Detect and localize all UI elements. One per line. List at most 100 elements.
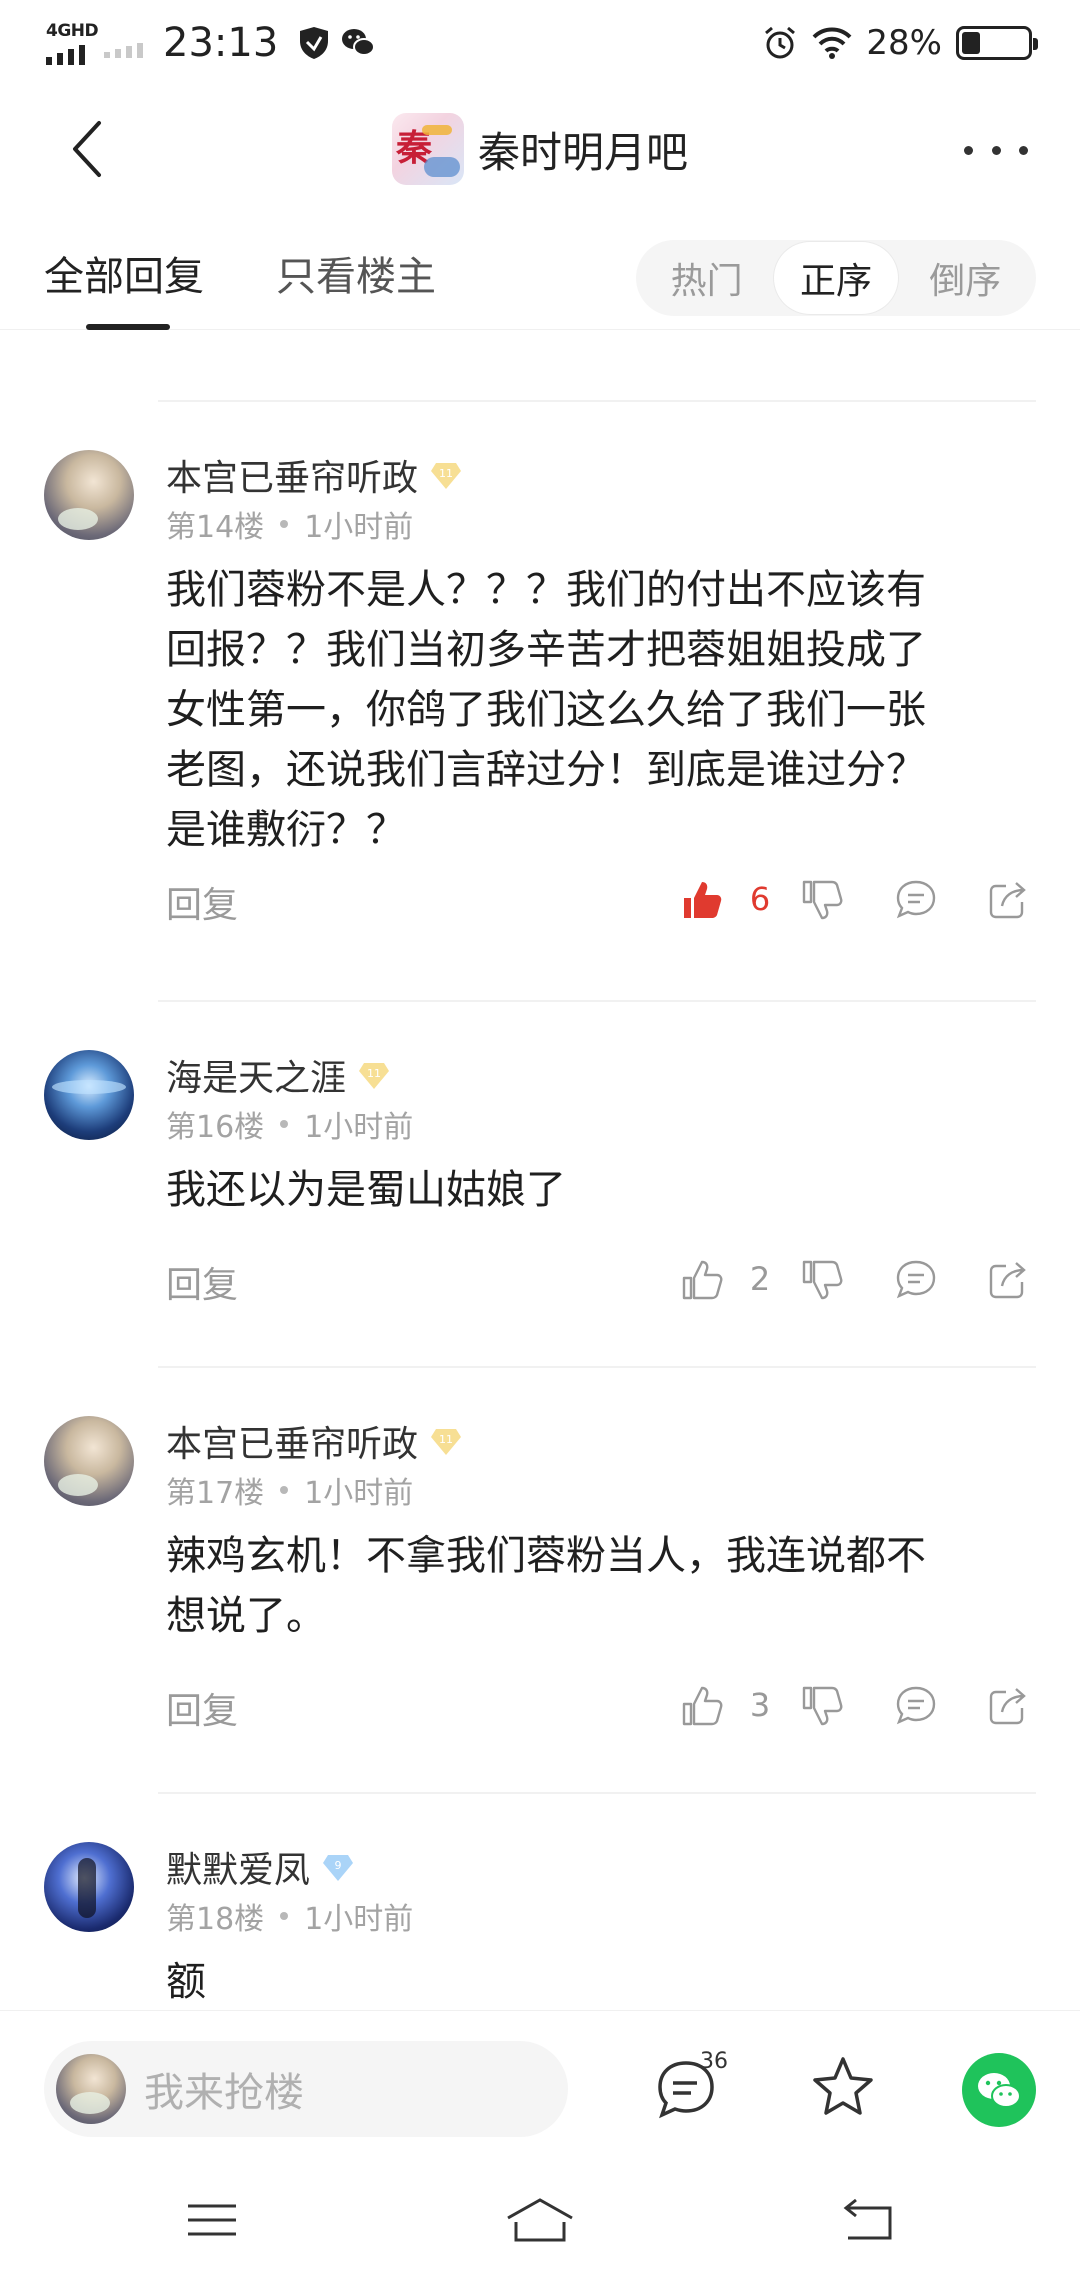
battery-percent: 28% <box>866 23 942 63</box>
status-bar: 4GHD 23:13 28% <box>0 0 1080 84</box>
comment-button[interactable] <box>888 1252 944 1308</box>
floor-number: 第14楼 <box>166 510 265 545</box>
my-avatar <box>56 2054 126 2124</box>
floor-number: 第17楼 <box>166 1476 265 1511</box>
post-meta: 第18楼 1小时前 <box>166 1894 413 1938</box>
sort-hot[interactable]: 热门 <box>645 242 769 314</box>
comment-icon <box>896 1686 936 1725</box>
reply-button[interactable]: 回复 <box>166 876 238 928</box>
system-nav-bar <box>0 2160 1080 2280</box>
level-badge-icon: 9 <box>322 1851 354 1883</box>
status-left: 4GHD 23:13 <box>46 18 384 68</box>
forum-logo: 秦 <box>391 113 464 185</box>
reply-actions: 回复 3 <box>0 1672 1080 1742</box>
avatar[interactable] <box>44 450 134 540</box>
sort-toggle: 热门 正序 倒序 <box>636 240 1036 316</box>
like-button[interactable] <box>674 1678 730 1734</box>
like-button[interactable] <box>674 1252 730 1308</box>
forum-name: 秦时明月吧 <box>477 127 688 177</box>
reply-actions: 回复 2 <box>0 1246 1080 1316</box>
username[interactable]: 本宫已垂帘听政 <box>166 1415 418 1467</box>
reply-button[interactable]: 回复 <box>166 1682 238 1734</box>
comment-icon <box>896 1260 936 1299</box>
reply-input-placeholder: 我来抢楼 <box>144 2070 304 2116</box>
comment-button[interactable] <box>888 1678 944 1734</box>
sort-descending[interactable]: 倒序 <box>903 242 1027 314</box>
reply-content: 我还以为是蜀山姑娘了 <box>166 1167 566 1213</box>
status-time: 23:13 <box>163 20 279 66</box>
post-meta: 第14楼 1小时前 <box>166 502 413 546</box>
avatar[interactable] <box>44 1842 134 1932</box>
tab-all-replies[interactable]: 全部回复 <box>44 244 204 302</box>
like-count: 2 <box>749 1260 771 1298</box>
reply-content: 额 <box>166 1959 206 2005</box>
avatar[interactable] <box>44 1050 134 1140</box>
reply-tabs: 全部回复 只看楼主 热门 正序 倒序 <box>0 214 1080 330</box>
share-button[interactable] <box>980 1678 1036 1734</box>
avatar[interactable] <box>44 1416 134 1506</box>
like-count: 3 <box>749 1686 771 1724</box>
thumbs-down-icon <box>802 880 843 920</box>
username[interactable]: 海是天之涯 <box>166 1049 346 1101</box>
title-bar: 秦 秦时明月吧 <box>0 84 1080 214</box>
share-button[interactable] <box>980 872 1036 928</box>
nav-back-button[interactable] <box>828 2190 908 2250</box>
status-right: 28% <box>762 18 1038 68</box>
floor-number: 第18楼 <box>166 1902 265 1937</box>
reply-feed[interactable]: 本宫已垂帘听政 11 第14楼 1小时前 我们蓉粉不是人？？？我们的付出不应该有 … <box>0 330 1080 2010</box>
vpn-shield-icon <box>300 27 329 59</box>
dislike-button[interactable] <box>794 1252 850 1308</box>
wechat-share-button[interactable] <box>962 2053 1036 2127</box>
post-time: 1小时前 <box>304 1110 414 1145</box>
post-time: 1小时前 <box>304 510 414 545</box>
share-icon <box>989 1688 1026 1725</box>
username[interactable]: 本宫已垂帘听政 <box>166 449 418 501</box>
menu-icon <box>188 2204 236 2236</box>
floor-number: 第16楼 <box>166 1110 265 1145</box>
post-time: 1小时前 <box>304 1902 414 1937</box>
more-options-icon[interactable] <box>964 120 1028 180</box>
reply-content: 辣鸡玄机！不拿我们蓉粉当人，我连说都不 想说了。 <box>166 1533 926 1639</box>
post-time: 1小时前 <box>304 1476 414 1511</box>
bottom-action-bar: 我来抢楼 36 <box>0 2010 1080 2160</box>
post-meta: 第16楼 1小时前 <box>166 1102 413 1146</box>
level-badge-icon: 11 <box>430 1425 462 1457</box>
cellular-signal-icon: 4GHD <box>46 21 99 65</box>
star-favorite-icon[interactable] <box>808 2053 878 2123</box>
reply-input[interactable]: 我来抢楼 <box>44 2041 568 2137</box>
reply-actions: 回复 6 <box>0 866 1080 936</box>
level-badge-icon: 11 <box>358 1059 390 1091</box>
divider <box>158 1792 1036 1794</box>
battery-icon <box>956 26 1038 60</box>
like-count: 6 <box>749 880 771 918</box>
like-button[interactable] <box>674 872 730 928</box>
comment-button[interactable] <box>888 872 944 928</box>
share-button[interactable] <box>980 1252 1036 1308</box>
back-arrow-icon <box>843 2198 892 2240</box>
reply-button[interactable]: 回复 <box>166 1256 238 1308</box>
share-icon <box>989 1262 1026 1299</box>
comment-count-badge: 36 <box>700 2049 728 2074</box>
divider <box>158 1366 1036 1368</box>
thumbs-down-icon <box>802 1260 843 1300</box>
sort-ascending[interactable]: 正序 <box>773 242 898 314</box>
username[interactable]: 默默爱凤 <box>166 1841 310 1893</box>
svg-text:11: 11 <box>439 1433 453 1446</box>
username-row: 本宫已垂帘听政 11 <box>166 1416 462 1466</box>
post-meta: 第17楼 1小时前 <box>166 1468 413 1512</box>
tab-owner-only[interactable]: 只看楼主 <box>276 244 436 302</box>
wifi-icon <box>813 27 852 59</box>
forum-title[interactable]: 秦 秦时明月吧 <box>0 113 1080 185</box>
nav-menu-button[interactable] <box>172 2190 252 2250</box>
divider <box>158 1000 1036 1002</box>
dislike-button[interactable] <box>794 1678 850 1734</box>
username-row: 本宫已垂帘听政 11 <box>166 450 462 500</box>
thumbs-up-icon <box>682 1686 723 1726</box>
secondary-signal-icon <box>104 28 143 58</box>
share-icon <box>989 882 1026 919</box>
username-row: 默默爱凤 9 <box>166 1842 354 1892</box>
thumbs-up-icon <box>682 1260 723 1300</box>
nav-home-button[interactable] <box>500 2190 580 2250</box>
reply-content: 我们蓉粉不是人？？？我们的付出不应该有 回报？？我们当初多辛苦才把蓉姐姐投成了 … <box>166 567 926 853</box>
dislike-button[interactable] <box>794 872 850 928</box>
